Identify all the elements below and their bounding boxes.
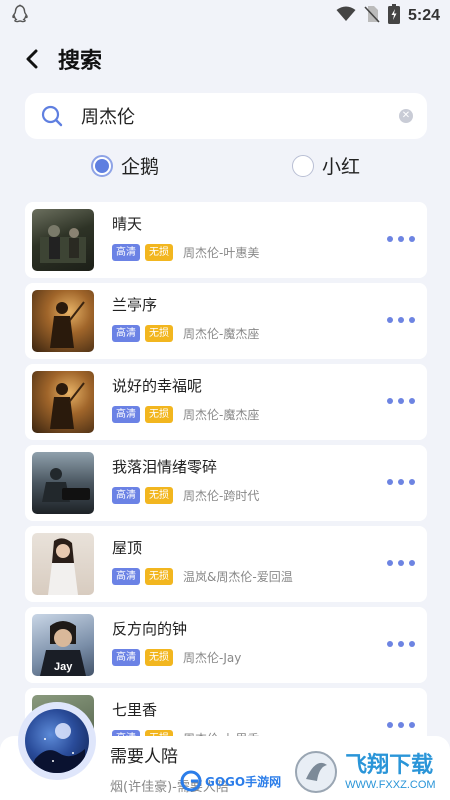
wifi-icon xyxy=(336,6,356,26)
song-title: 晴天 xyxy=(112,215,143,233)
song-artist: 温岚&周杰伦-爱回温 xyxy=(183,570,293,584)
song-item[interactable]: 兰亭序 高清 无损 周杰伦-魔杰座 xyxy=(25,283,427,359)
album-cover xyxy=(32,452,94,514)
song-title: 我落泪情绪零碎 xyxy=(112,458,218,476)
qq-notification-icon xyxy=(12,4,30,28)
watermark-left-text: GOGO手游网 xyxy=(205,774,282,789)
lossless-badge: 无损 xyxy=(145,649,173,666)
lossless-badge: 无损 xyxy=(145,568,173,585)
source-option-qie[interactable]: 企鹅 xyxy=(91,152,159,179)
more-options-button[interactable] xyxy=(387,479,415,485)
album-cover xyxy=(32,209,94,271)
more-options-button[interactable] xyxy=(387,317,415,323)
album-cover xyxy=(32,290,94,352)
song-title: 兰亭序 xyxy=(112,296,158,314)
page-title: 搜索 xyxy=(58,49,103,74)
hq-badge: 高清 xyxy=(112,487,140,504)
svg-text:Jay: Jay xyxy=(54,661,73,673)
fxxz-logo xyxy=(295,751,338,793)
song-item[interactable]: Jay 反方向的钟 高清 无损 周杰伦-Jay xyxy=(25,607,427,683)
gogo-logo xyxy=(180,770,202,792)
lossless-badge: 无损 xyxy=(145,487,173,504)
song-item[interactable]: 我落泪情绪零碎 高清 无损 周杰伦-跨时代 xyxy=(25,445,427,521)
more-options-button[interactable] xyxy=(387,641,415,647)
clock: 5:24 xyxy=(407,7,440,24)
search-icon xyxy=(41,105,63,127)
back-button[interactable] xyxy=(20,47,44,71)
lossless-badge: 无损 xyxy=(145,406,173,423)
search-input[interactable] xyxy=(81,105,399,127)
watermark-right-text: 飞翔下载 xyxy=(345,753,434,778)
no-sim-icon xyxy=(364,5,380,27)
more-options-button[interactable] xyxy=(387,398,415,404)
song-title: 屋顶 xyxy=(112,539,143,557)
now-playing-disc[interactable] xyxy=(18,702,96,780)
song-title: 说好的幸福呢 xyxy=(112,377,203,395)
album-cover xyxy=(32,533,94,595)
clear-search-icon[interactable]: ✕ xyxy=(399,109,413,123)
hq-badge: 高清 xyxy=(112,649,140,666)
more-options-button[interactable] xyxy=(387,236,415,242)
now-playing-title: 需要人陪 xyxy=(110,747,178,767)
album-cover xyxy=(32,371,94,433)
source-label: 企鹅 xyxy=(121,156,160,178)
hq-badge: 高清 xyxy=(112,244,140,261)
radio-unselected-icon xyxy=(292,154,314,177)
song-title: 七里香 xyxy=(112,701,158,719)
song-artist: 周杰伦-Jay xyxy=(183,651,242,665)
hq-badge: 高清 xyxy=(112,568,140,585)
lossless-badge: 无损 xyxy=(145,325,173,342)
song-title: 反方向的钟 xyxy=(112,620,188,638)
song-artist: 周杰伦-魔杰座 xyxy=(183,327,260,341)
song-item[interactable]: 说好的幸福呢 高清 无损 周杰伦-魔杰座 xyxy=(25,364,427,440)
header: 搜索 xyxy=(0,38,450,80)
battery-charging-icon xyxy=(387,4,400,28)
song-item[interactable]: 屋顶 高清 无损 温岚&周杰伦-爱回温 xyxy=(25,526,427,602)
lossless-badge: 无损 xyxy=(145,244,173,261)
watermark: GOGO手游网 飞翔下载 WWW.FXXZ.COM xyxy=(180,744,450,800)
more-options-button[interactable] xyxy=(387,560,415,566)
song-artist: 周杰伦-跨时代 xyxy=(183,489,260,503)
watermark-url: WWW.FXXZ.COM xyxy=(345,779,436,791)
hq-badge: 高清 xyxy=(112,406,140,423)
radio-selected-icon xyxy=(91,154,113,177)
album-cover: Jay xyxy=(32,614,94,676)
search-bar[interactable]: ✕ xyxy=(25,93,427,139)
chevron-left-icon xyxy=(26,49,38,69)
song-item[interactable]: 晴天 高清 无损 周杰伦-叶惠美 xyxy=(25,202,427,278)
source-selector: 企鹅 小红 xyxy=(0,148,450,182)
song-artist: 周杰伦-魔杰座 xyxy=(183,408,260,422)
hq-badge: 高清 xyxy=(112,325,140,342)
source-label: 小红 xyxy=(322,156,361,178)
status-bar: 5:24 xyxy=(0,0,450,32)
more-options-button[interactable] xyxy=(387,722,415,728)
song-artist: 周杰伦-叶惠美 xyxy=(183,246,260,260)
source-option-xiaohong[interactable]: 小红 xyxy=(292,152,360,179)
